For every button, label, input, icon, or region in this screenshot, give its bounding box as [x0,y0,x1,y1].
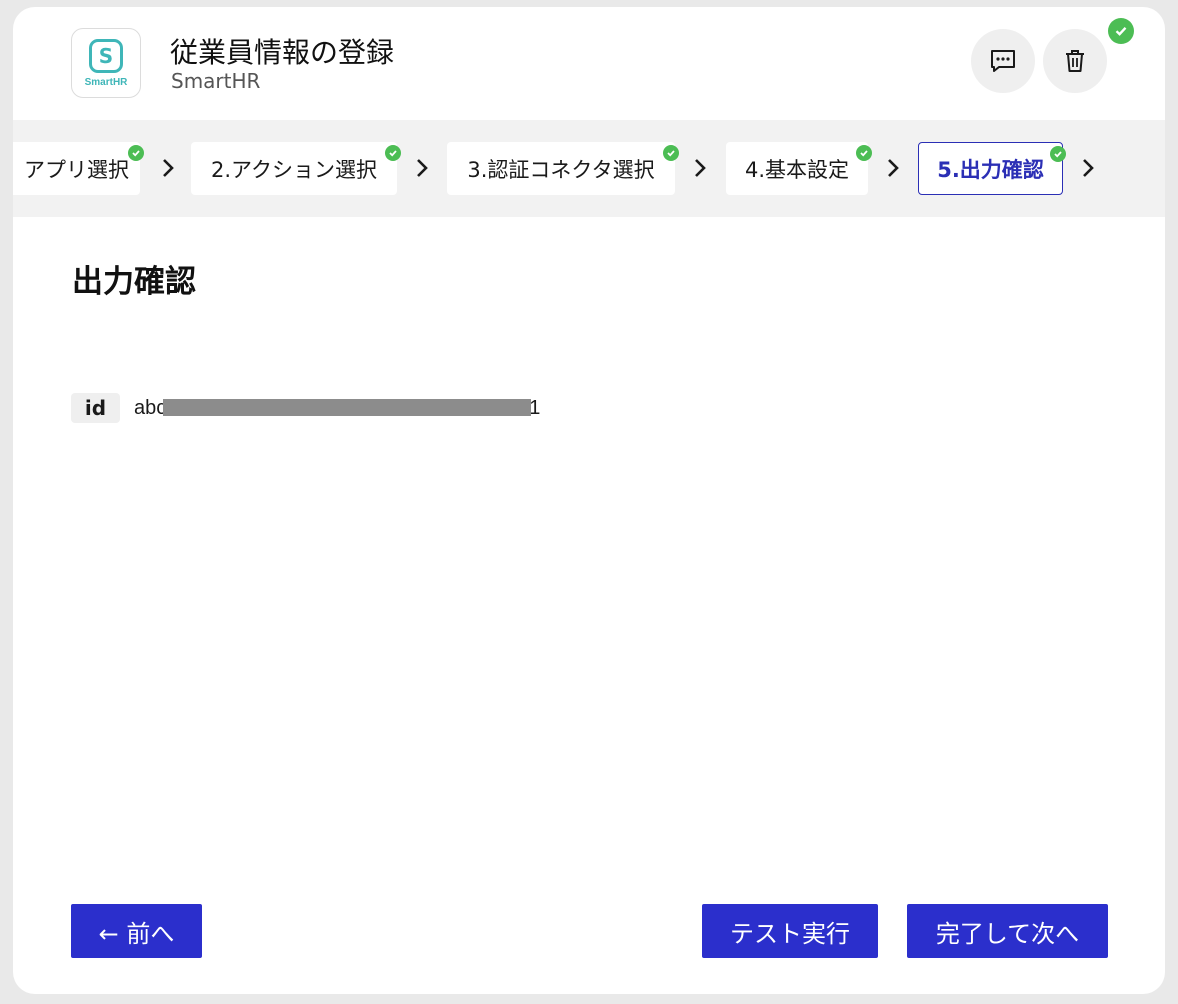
step-basic-settings[interactable]: 4.基本設定 [726,142,872,195]
comment-icon [991,50,1015,72]
app-name: SmartHR [171,69,261,93]
smarthr-app-icon: S SmartHR [71,28,141,98]
workflow-step-card: S SmartHR 従業員情報の登録 SmartHR アプリ選択 2.アクション… [13,7,1165,994]
check-icon [1050,146,1066,162]
field-value-start: abc [134,396,167,419]
check-icon [385,145,401,161]
trash-icon [1066,50,1084,72]
step-label: 2.アクション選択 [211,157,377,182]
delete-button[interactable] [1043,29,1107,93]
check-icon [856,145,872,161]
status-check-icon [1108,18,1134,44]
step-action-select[interactable]: 2.アクション選択 [191,142,401,195]
chevron-right-icon [695,159,706,177]
step-app-select[interactable]: アプリ選択 [13,142,144,195]
step-connector-select[interactable]: 3.認証コネクタ選択 [447,142,679,195]
smarthr-logo-icon: S [89,38,123,73]
page-title: 従業員情報の登録 [170,36,395,69]
comment-button[interactable] [971,29,1035,93]
field-key: id [71,393,120,423]
check-icon [663,145,679,161]
chevron-right-icon [163,159,174,177]
step-label: 5.出力確認 [937,157,1044,182]
test-run-button[interactable]: テスト実行 [702,904,878,958]
chevron-right-icon [888,159,899,177]
chevron-right-icon [417,159,428,177]
complete-next-button[interactable]: 完了して次へ [907,904,1108,958]
previous-button[interactable]: ← 前へ [71,904,202,958]
app-icon-label: SmartHR [84,76,128,88]
step-label: 3.認証コネクタ選択 [467,157,655,182]
chevron-right-icon[interactable] [1078,156,1098,180]
step-label: アプリ選択 [24,157,129,182]
step-output-confirm[interactable]: 5.出力確認 [918,142,1066,195]
step-navigation: アプリ選択 2.アクション選択 3.認証コネクタ選択 4.基本設定 5.出力確認 [13,120,1165,217]
check-icon [128,145,144,161]
section-title: 出力確認 [72,264,196,300]
redaction-bar [163,399,531,416]
step-label: 4.基本設定 [744,157,850,182]
